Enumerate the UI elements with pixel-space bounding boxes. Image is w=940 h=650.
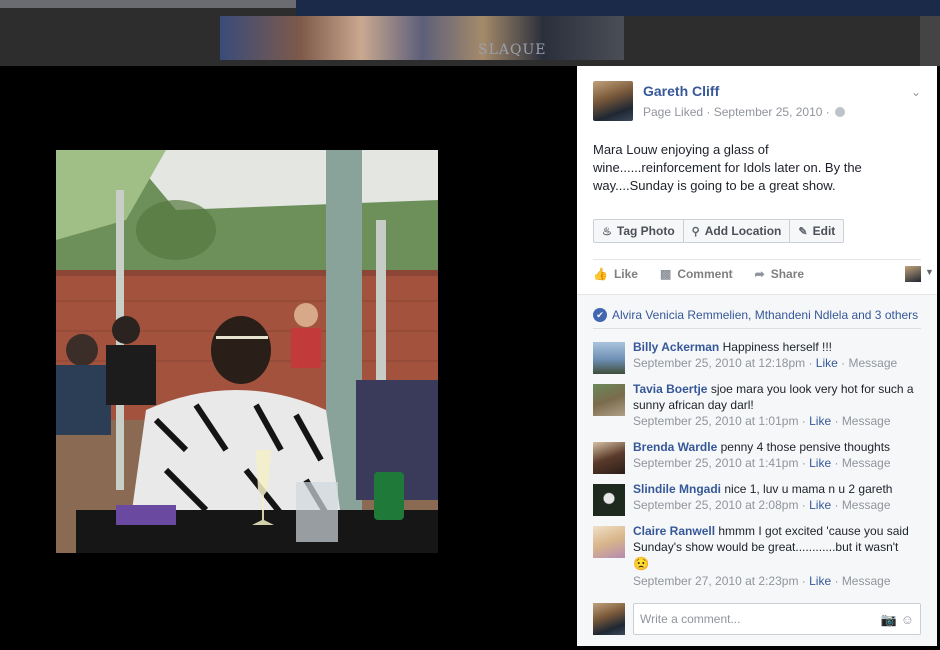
thumbs-up-icon: 👍	[593, 266, 608, 281]
edit-label: Edit	[812, 224, 836, 238]
commenter-name[interactable]: Tavia Boertje	[633, 382, 707, 396]
top-nav-left	[0, 0, 296, 8]
author-name-link[interactable]: Gareth Cliff	[643, 83, 719, 99]
comment-time[interactable]: September 25, 2010 at 1:01pm ·	[633, 414, 806, 428]
comment-body: Tavia Boertje sjoe mara you look very ho…	[633, 381, 917, 429]
comment-body: Brenda Wardle penny 4 those pensive thou…	[633, 439, 917, 471]
photo-viewer-backdrop: SLAQUE Gareth Cliff Page Liked · Septemb…	[0, 0, 940, 650]
comment-body: Claire Ranwell hmmm I got excited 'cause…	[633, 523, 917, 589]
comment-message-link[interactable]: Message	[842, 414, 891, 428]
cover-photo-text: SLAQUE	[478, 42, 547, 58]
add-location-button[interactable]: ⚲ Add Location	[684, 220, 791, 242]
comment-time[interactable]: September 25, 2010 at 2:08pm ·	[633, 498, 806, 512]
camera-icon[interactable]: 📷	[881, 612, 897, 627]
comment-message-link[interactable]: Message	[842, 498, 891, 512]
comment-label: Comment	[677, 266, 733, 281]
commenter-name[interactable]: Billy Ackerman	[633, 340, 719, 354]
pin-icon: ⚲	[691, 225, 700, 238]
comment-text: penny 4 those pensive thoughts	[720, 440, 891, 454]
comment-message-link[interactable]: Message	[842, 574, 891, 588]
post-side-panel: Gareth Cliff Page Liked · September 25, …	[577, 66, 937, 646]
post-meta: Page Liked · September 25, 2010 ·	[643, 105, 846, 119]
comment-like-link[interactable]: Like	[809, 414, 831, 428]
post-meta-text: Page Liked · September 25, 2010 ·	[643, 105, 830, 119]
comment-body: Billy Ackerman Happiness herself !!! Sep…	[633, 339, 917, 371]
comment-like-link[interactable]: Like	[809, 498, 831, 512]
author-avatar[interactable]	[593, 81, 633, 121]
likes-summary-text[interactable]: Alvira Venicia Remmelien, Mthandeni Ndle…	[612, 308, 918, 322]
smiley-icon[interactable]: ☺	[901, 612, 914, 627]
caret-down-icon[interactable]: ▼	[925, 267, 934, 277]
comment-time[interactable]: September 25, 2010 at 1:41pm ·	[633, 456, 806, 470]
comment-like-link[interactable]: Like	[809, 456, 831, 470]
page-header-strip: SLAQUE	[0, 0, 940, 66]
commenter-avatar[interactable]	[593, 526, 625, 558]
commenter-name[interactable]: Brenda Wardle	[633, 440, 717, 454]
cover-photo	[220, 16, 624, 60]
comment-like-link[interactable]: Like	[816, 356, 838, 370]
comment-time[interactable]: September 25, 2010 at 12:18pm ·	[633, 356, 812, 370]
commenter-name[interactable]: Slindile Mngadi	[633, 482, 721, 496]
tag-icon: ♨	[602, 225, 612, 238]
comment-message-link[interactable]: Message	[842, 456, 891, 470]
edit-button[interactable]: ✎ Edit	[790, 220, 843, 242]
post-photo[interactable]	[56, 150, 438, 553]
comment-input-icons: 📷 ☺	[881, 612, 914, 628]
share-button[interactable]: ➦ Share	[755, 267, 804, 281]
like-badge-icon: ✔	[593, 307, 607, 322]
share-label: Share	[770, 266, 805, 281]
commenter-name[interactable]: Claire Ranwell	[633, 524, 715, 538]
comments-section: ✔ Alvira Venicia Remmelien, Mthandeni Nd…	[577, 294, 937, 646]
commenter-avatar[interactable]	[593, 442, 625, 474]
comment-input-placeholder: Write a comment...	[640, 612, 741, 626]
add-location-label: Add Location	[704, 224, 782, 238]
commenter-avatar[interactable]	[593, 384, 625, 416]
comment-meta: September 25, 2010 at 1:41pm · Like · Me…	[633, 456, 891, 470]
header-right-edge	[920, 16, 940, 66]
comment-text: Happiness herself !!!	[722, 340, 832, 354]
commenter-avatar[interactable]	[593, 342, 625, 374]
comment-icon: ▩	[659, 266, 672, 281]
viewer-comment-avatar[interactable]	[593, 603, 625, 635]
comment-meta: September 27, 2010 at 2:23pm · Like · Me…	[633, 574, 891, 588]
like-label: Like	[613, 266, 638, 281]
comment-meta: September 25, 2010 at 1:01pm · Like · Me…	[633, 414, 891, 428]
pencil-icon: ✎	[798, 225, 808, 238]
comment-body: Slindile Mngadi nice 1, luv u mama n u 2…	[633, 481, 917, 513]
worried-face-icon: 😟	[633, 556, 650, 571]
post-author-row: Gareth Cliff Page Liked · September 25, …	[593, 81, 923, 121]
post-action-row: 👍 Like ▩ Comment ➦ Share ▼	[593, 259, 934, 287]
tag-photo-button[interactable]: ♨ Tag Photo	[594, 220, 684, 242]
photo-illustration	[56, 150, 438, 553]
post-caption: Mara Louw enjoying a glass of wine......…	[593, 142, 862, 193]
comment-like-link[interactable]: Like	[809, 574, 831, 588]
comment-message-link[interactable]: Message	[848, 356, 897, 370]
likes-summary[interactable]: ✔ Alvira Venicia Remmelien, Mthandeni Nd…	[593, 301, 921, 329]
tag-photo-label: Tag Photo	[616, 224, 675, 238]
write-comment-row: Write a comment... 📷 ☺	[593, 603, 923, 635]
commenter-avatar[interactable]	[593, 484, 625, 516]
comment-meta: September 25, 2010 at 12:18pm · Like · M…	[633, 356, 898, 370]
top-nav-bar	[296, 0, 940, 16]
share-icon: ➦	[754, 266, 765, 281]
photo-tag-toolbar: ♨ Tag Photo ⚲ Add Location ✎ Edit	[593, 219, 845, 243]
globe-icon[interactable]	[835, 107, 846, 117]
comment-input[interactable]: Write a comment... 📷 ☺	[633, 603, 921, 635]
comment-text: nice 1, luv u mama n u 2 gareth	[724, 482, 893, 496]
viewer-avatar[interactable]	[905, 266, 921, 282]
like-button[interactable]: 👍 Like	[593, 267, 638, 281]
comment-meta: September 25, 2010 at 2:08pm · Like · Me…	[633, 498, 891, 512]
chevron-down-icon[interactable]: ⌄	[911, 85, 921, 99]
comment-time[interactable]: September 27, 2010 at 2:23pm ·	[633, 574, 806, 588]
comment-button[interactable]: ▩ Comment	[660, 267, 733, 281]
